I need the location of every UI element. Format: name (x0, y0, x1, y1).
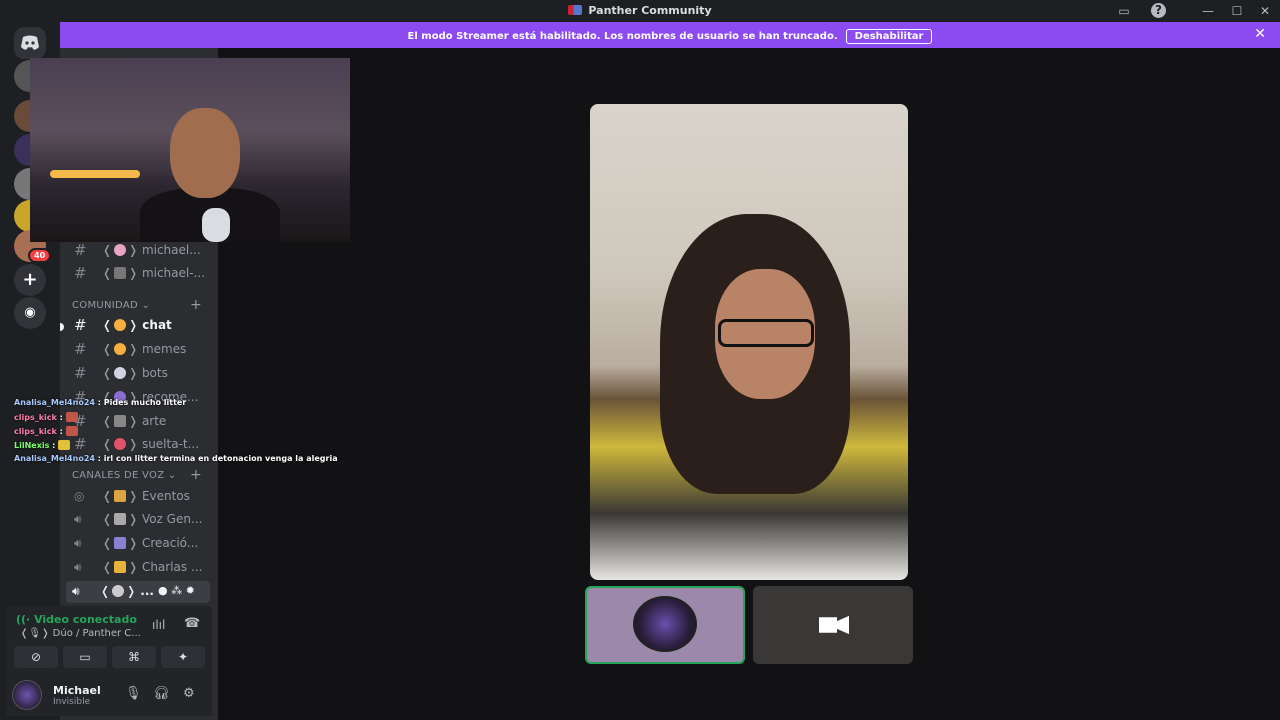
server-logo (633, 596, 697, 652)
category-header[interactable]: CANALES DE VOZ ⌄ (72, 470, 177, 481)
voice-status: ((· Video conectado (16, 613, 137, 626)
settings-gear-icon[interactable]: ⚙ (183, 686, 195, 701)
channel-item-chat[interactable]: # ❬ ❭ chat (68, 315, 214, 337)
emote-icon (65, 412, 78, 422)
soundboard-button[interactable]: ✦ (161, 646, 205, 668)
channel-item[interactable]: # ❬ ❭ bots (68, 363, 214, 385)
hash-icon: # (74, 241, 87, 259)
emoji-icon (114, 367, 127, 379)
signal-icon: ((· (16, 613, 31, 626)
speaker-lock-icon: 🔊︎ (74, 560, 82, 574)
banner-text: El modo Streamer está habilitado. Los no… (407, 31, 838, 42)
participant-tile[interactable] (753, 586, 913, 664)
hash-icon: # (74, 340, 87, 358)
speaker-icon: 🔊︎ (74, 512, 82, 526)
help-icon[interactable]: ? (1151, 3, 1166, 18)
window-title: Panther Community (0, 4, 1280, 17)
headphones-icon[interactable]: 🎧︎ (153, 686, 170, 701)
emoji-icon (114, 537, 127, 549)
voice-channel-name[interactable]: ❬🎙︎❭ Dúo / Panther C... (20, 628, 141, 639)
minimize-button[interactable]: — (1199, 3, 1217, 19)
noise-suppression-icon[interactable]: ılıl (152, 618, 165, 632)
username[interactable]: Michael (53, 684, 101, 697)
mic-icon: 🎙︎ (28, 628, 42, 639)
avatar[interactable] (12, 680, 42, 710)
chat-message: Analisa_Mel4no24 : irl con litter termin… (14, 454, 338, 463)
camera-off-button[interactable]: ⊘ (14, 646, 58, 668)
emote-icon (58, 440, 71, 450)
camera-icon (819, 615, 849, 635)
mention-badge: 40 (28, 248, 52, 263)
disconnect-icon[interactable]: ☎ (184, 616, 200, 631)
chat-message: Analisa_Mel4no24 : Pides mucho litter (14, 398, 187, 407)
add-channel-icon[interactable]: + (190, 297, 202, 313)
activity-button[interactable]: ⌘ (112, 646, 156, 668)
voice-channel-item[interactable]: 🔊︎ ❬ ❭ Charlas ... (68, 557, 214, 579)
speaker-lock-icon: 🔊︎ (74, 536, 82, 550)
channel-actions-icon[interactable]: ● ⁂ ✹ (158, 584, 195, 597)
stream-chat-overlay: Analisa_Mel4no24 : Pides mucho litter cl… (14, 398, 338, 468)
channel-item[interactable]: # ❬ ❭ michael... (68, 240, 214, 262)
disable-streamer-button[interactable]: Deshabilitar (845, 29, 933, 44)
voice-channel-item[interactable]: ◎ ❬ ❭ Eventos (68, 486, 214, 508)
category-header[interactable]: COMUNIDAD ⌄ (72, 300, 150, 311)
voice-channel-item[interactable]: 🔊︎ ❬ ❭ Creació... (68, 533, 214, 555)
channel-item[interactable]: # ❬ ❭ michael-... (68, 263, 214, 285)
user-status: Invisible (53, 697, 91, 707)
emoji-icon (114, 319, 127, 331)
voice-channel-item-active[interactable]: 🔊︎ ❬ ❭ ... ● ⁂ ✹ (66, 581, 210, 603)
emoji-icon (112, 585, 125, 597)
title-bar: Panther Community ▭ ? — ☐ ✕ (0, 0, 1280, 22)
emoji-icon (114, 561, 127, 573)
explore-icon[interactable]: ◉ (14, 297, 46, 329)
emoji-icon (114, 267, 127, 279)
emoji-icon (114, 343, 127, 355)
add-voice-channel-icon[interactable]: + (190, 467, 202, 483)
participant-tile-speaking[interactable] (585, 586, 745, 664)
streamer-webcam-overlay (30, 58, 350, 242)
hash-icon: # (74, 316, 87, 334)
close-banner-icon[interactable]: ✕ (1254, 26, 1266, 42)
speaker-icon: 🔊︎ (72, 584, 80, 598)
server-icon (568, 5, 583, 15)
add-server-icon[interactable]: + (14, 264, 46, 296)
stage-icon: ◎ (74, 489, 85, 503)
maximize-button[interactable]: ☐ (1228, 3, 1246, 19)
inbox-icon[interactable]: ▭ (1115, 3, 1133, 19)
discord-home-icon[interactable] (14, 27, 46, 59)
hash-icon: # (74, 364, 87, 382)
voice-channel-item[interactable]: 🔊︎ ❬ ❭ Voz Gen... (68, 509, 214, 531)
emote-icon (65, 426, 78, 436)
hash-icon: # (74, 264, 87, 282)
focused-video-feed[interactable] (590, 104, 908, 580)
channel-item[interactable]: # ❬ ❭ memes (68, 339, 214, 361)
emoji-icon (114, 244, 127, 256)
screen-share-button[interactable]: ▭ (63, 646, 107, 668)
emoji-icon (114, 490, 127, 502)
voice-connection-panel: ((· Video conectado ❬🎙︎❭ Dúo / Panther C… (6, 606, 212, 674)
emoji-icon (114, 513, 127, 525)
chat-message: LilNexis : (14, 440, 334, 454)
chat-message: clips_kick : (14, 426, 334, 440)
microphone-icon[interactable]: 🎙︎ (125, 686, 142, 701)
user-panel: Michael Invisible 🎙︎ 🎧︎ ⚙ (6, 674, 212, 716)
chat-message: clips_kick : (14, 412, 334, 426)
streamer-mode-banner: El modo Streamer está habilitado. Los no… (60, 22, 1280, 48)
close-window-button[interactable]: ✕ (1256, 3, 1274, 19)
